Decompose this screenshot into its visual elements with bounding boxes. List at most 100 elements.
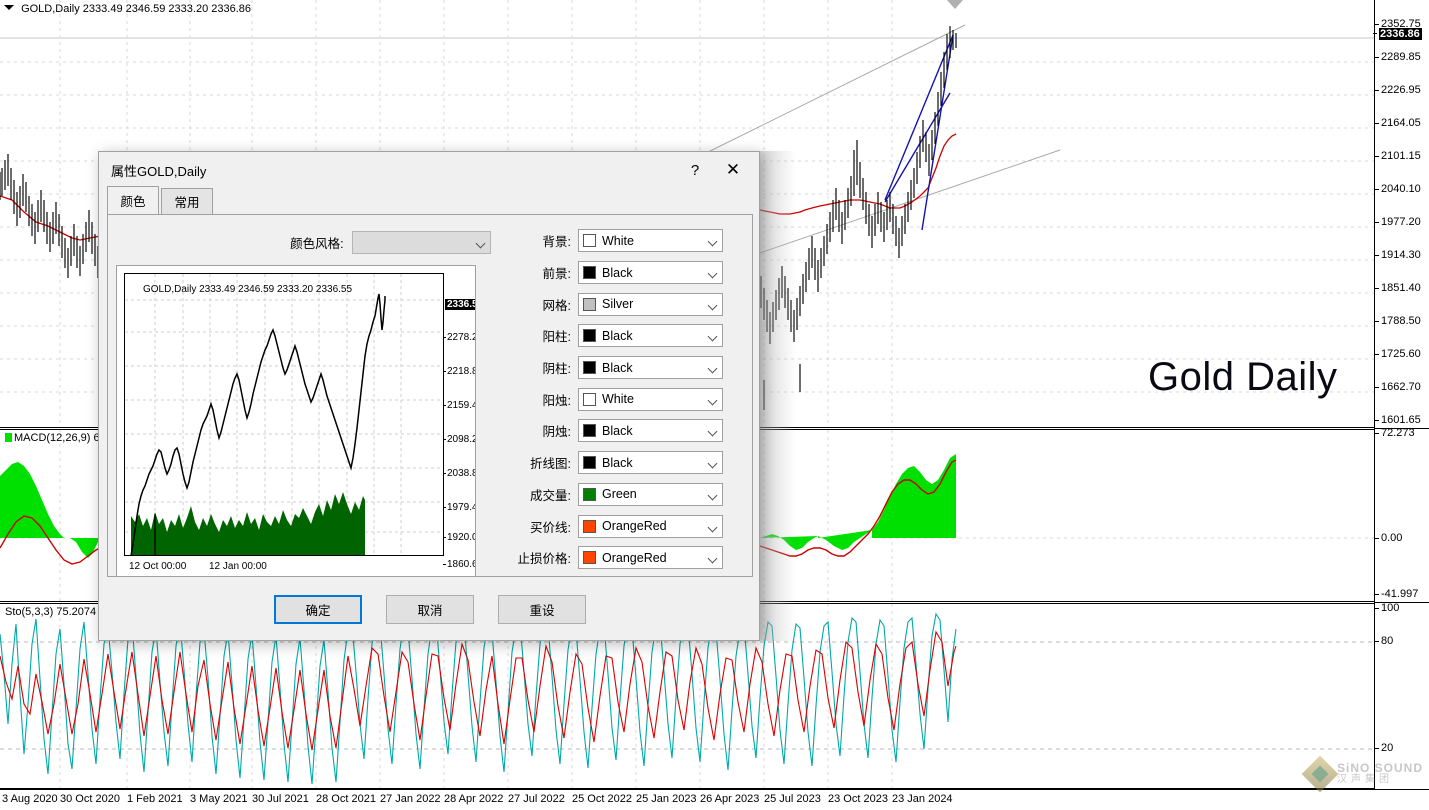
close-icon[interactable]: ✕ — [719, 156, 747, 184]
chevron-down-icon — [708, 522, 718, 532]
preview-price-tick: 1920.00 — [447, 533, 476, 542]
reset-button[interactable]: 重设 — [498, 595, 586, 624]
color-row-background: 背景:White — [503, 225, 751, 257]
color-row-bar-up: 阳柱:Black — [503, 320, 751, 352]
color-scheme-row: 颜色风格: — [108, 231, 491, 254]
color-label-foreground: 前景: — [503, 263, 578, 282]
color-select-grid[interactable]: Silver — [578, 293, 723, 316]
preview-price-tick: 1860.60 — [447, 560, 476, 569]
price-scale-tick: 2289.85 — [1381, 52, 1421, 62]
color-select-bar-up[interactable]: Black — [578, 324, 723, 347]
chevron-down-icon — [708, 395, 718, 405]
dialog-footer: 确定取消重设 — [99, 578, 761, 640]
color-label-line-chart: 折线图: — [503, 453, 578, 472]
price-scale-tick: 2040.10 — [1381, 184, 1421, 194]
color-select-foreground[interactable]: Black — [578, 261, 723, 284]
color-swatch-bar-up — [583, 329, 596, 342]
chevron-down-icon — [708, 364, 718, 374]
logo-line-2: 汉声集团 — [1337, 775, 1423, 786]
chevron-down-icon — [708, 490, 718, 500]
preview-price-tick: 2098.20 — [447, 435, 476, 444]
color-row-bar-down: 阴柱: Black — [503, 352, 751, 384]
chart-preview: GOLD,Daily 2333.49 2346.59 2333.20 2336.… — [116, 265, 476, 577]
color-value-bar-down: Black — [602, 361, 633, 375]
time-axis[interactable]: 3 Aug 202030 Oct 20201 Feb 20213 May 202… — [0, 789, 1429, 810]
trading-terminal-window: GOLD,Daily 2333.49 2346.59 2333.20 2336.… — [0, 0, 1429, 810]
chart-collapse-caret[interactable] — [4, 5, 14, 10]
color-select-candle-bull[interactable]: White — [578, 388, 723, 411]
tab-colors[interactable]: 颜色 — [107, 186, 159, 214]
color-select-ask-line[interactable]: OrangeRed — [578, 515, 723, 538]
color-row-candle-bear: 阴烛:Black — [503, 415, 751, 447]
symbol-ohlc-text: GOLD,Daily 2333.49 2346.59 2333.20 2336.… — [21, 3, 251, 15]
tab-common[interactable]: 常用 — [161, 188, 213, 214]
preview-time-tick: 12 Oct 00:00 — [129, 561, 186, 572]
color-select-line-chart[interactable]: Black — [578, 451, 723, 474]
color-select-stop-level[interactable]: OrangeRed — [578, 546, 723, 569]
color-swatch-grid — [583, 298, 596, 311]
color-value-bar-up: Black — [602, 329, 633, 343]
preview-price-tick: 2159.40 — [447, 401, 476, 410]
price-scale-tick: 1788.50 — [1381, 316, 1421, 326]
color-value-stop-level: OrangeRed — [602, 551, 667, 565]
price-scale-tick: 1662.70 — [1381, 382, 1421, 392]
color-value-volume: Green — [602, 487, 637, 501]
price-scale-tick: 1725.60 — [1381, 349, 1421, 359]
color-label-background: 背景: — [503, 231, 578, 250]
chart-preview-canvas — [125, 274, 444, 556]
color-scheme-label: 颜色风格: — [108, 233, 352, 252]
color-row-line-chart: 折线图:Black — [503, 447, 751, 479]
price-scale-gutter[interactable]: 2352.752336.862289.852226.952164.052101.… — [1374, 0, 1429, 789]
color-value-grid: Silver — [602, 297, 633, 311]
time-axis-tick: 25 Jul 2023 — [764, 793, 821, 805]
macd-scale-tick: 0.00 — [1381, 533, 1402, 543]
color-select-bar-down[interactable]: Black — [578, 356, 723, 379]
price-scale-tick: 1977.20 — [1381, 217, 1421, 227]
color-swatch-foreground — [583, 266, 596, 279]
chevron-down-icon — [708, 427, 718, 437]
dialog-tabstrip[interactable]: 颜色常用 — [107, 188, 759, 214]
time-axis-tick: 27 Jul 2022 — [508, 793, 565, 805]
color-row-volume: 成交量: Green — [503, 479, 751, 511]
chevron-down-icon — [476, 239, 486, 249]
preview-time-tick: 12 Jan 00:00 — [209, 561, 267, 572]
color-row-grid: 网格: Silver — [503, 288, 751, 320]
color-select-volume[interactable]: Green — [578, 483, 723, 506]
stochastic-scale-tick: 100 — [1381, 603, 1399, 613]
price-scale-tick: 2226.95 — [1381, 85, 1421, 95]
color-swatch-candle-bull — [583, 393, 596, 406]
color-select-background[interactable]: White — [578, 229, 723, 252]
time-axis-tick: 25 Oct 2022 — [572, 793, 632, 805]
help-icon[interactable]: ? — [681, 156, 709, 184]
color-label-grid: 网格: — [503, 295, 578, 314]
preview-price-tick: 2218.80 — [447, 367, 476, 376]
color-row-ask-line: 买价线:OrangeRed — [503, 510, 751, 542]
stochastic-scale-tick: 80 — [1381, 636, 1393, 646]
color-select-candle-bear[interactable]: Black — [578, 419, 723, 442]
logo-diamond-icon — [1302, 756, 1339, 793]
chevron-down-icon — [708, 332, 718, 342]
color-settings-column: 背景:White前景:Black网格:Silver阳柱:Black阴柱:Blac… — [503, 225, 751, 574]
macd-scale-tick: 72.273 — [1381, 428, 1415, 438]
chevron-down-icon — [708, 554, 718, 564]
preview-chart-header: GOLD,Daily 2333.49 2346.59 2333.20 2336.… — [143, 284, 352, 295]
preview-price-tick: 2278.20 — [447, 333, 476, 342]
preview-price-tick: 2336.55 — [445, 299, 476, 310]
color-row-stop-level: 止损价格:OrangeRed — [503, 542, 751, 574]
cancel-button[interactable]: 取消 — [386, 595, 474, 624]
crosshair-cursor-marker — [947, 0, 963, 9]
time-axis-tick: 25 Jan 2023 — [636, 793, 697, 805]
time-axis-tick: 30 Oct 2020 — [60, 793, 120, 805]
chart-properties-dialog[interactable]: 属性GOLD,Daily ? ✕ 颜色常用 颜色风格: — [98, 151, 760, 641]
price-scale-tick: 1914.30 — [1381, 250, 1421, 260]
dialog-titlebar[interactable]: 属性GOLD,Daily ? ✕ — [99, 152, 759, 188]
time-axis-tick: 26 Apr 2023 — [700, 793, 759, 805]
price-scale-tick: 2101.15 — [1381, 151, 1421, 161]
chart-preview-plot: GOLD,Daily 2333.49 2346.59 2333.20 2336.… — [124, 273, 444, 556]
color-scheme-select[interactable] — [352, 231, 491, 254]
color-label-volume: 成交量: — [503, 485, 578, 504]
color-swatch-candle-bear — [583, 424, 596, 437]
macd-color-swatch — [5, 433, 12, 442]
color-label-bar-down: 阴柱: — [503, 358, 578, 377]
ok-button[interactable]: 确定 — [274, 595, 362, 624]
